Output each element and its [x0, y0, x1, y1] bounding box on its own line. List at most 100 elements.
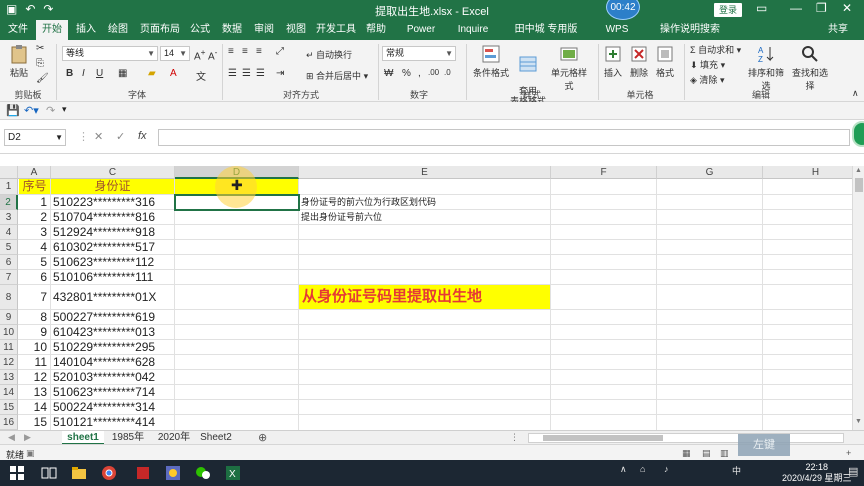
sheet-tab-sheet1[interactable]: sheet1: [62, 431, 104, 445]
copy-icon[interactable]: ⎘: [36, 58, 44, 69]
tab-help[interactable]: 帮助: [362, 20, 390, 40]
macro-record-icon[interactable]: ▣: [26, 448, 35, 459]
zoom-in-icon[interactable]: +: [846, 448, 851, 458]
collapse-ribbon-icon[interactable]: ∧: [852, 88, 859, 99]
cut-icon[interactable]: ✂: [36, 43, 44, 54]
column-header-c[interactable]: C: [51, 166, 175, 179]
id-cell[interactable]: 512924*********918: [51, 225, 174, 239]
formula-input[interactable]: [158, 129, 850, 146]
seq-cell[interactable]: 9: [19, 325, 50, 339]
tab-draw[interactable]: 绘图: [104, 20, 132, 40]
restore-icon[interactable]: ❐: [816, 1, 827, 15]
row-header[interactable]: 11: [0, 340, 18, 355]
sheet-tab-2020[interactable]: 2020年: [152, 431, 196, 445]
number-format-select[interactable]: 常规 ▼: [382, 46, 456, 61]
font-name-select[interactable]: 等线 ▼: [62, 46, 158, 61]
tab-data[interactable]: 数据: [218, 20, 246, 40]
scroll-thumb[interactable]: [855, 178, 863, 192]
id-cell[interactable]: 510704*********816: [51, 210, 174, 224]
share-button[interactable]: 共享: [818, 20, 858, 40]
seq-cell[interactable]: 1: [19, 195, 50, 209]
row-header[interactable]: 14: [0, 385, 18, 400]
select-all-corner[interactable]: [0, 166, 18, 179]
seq-cell[interactable]: 13: [19, 385, 50, 399]
tab-developer[interactable]: 开发工具: [314, 20, 358, 40]
column-header-g[interactable]: G: [657, 166, 763, 179]
id-cell[interactable]: 510623*********112: [51, 255, 174, 269]
wechat-icon[interactable]: [194, 464, 212, 482]
row-header[interactable]: 8: [0, 285, 18, 310]
id-cell[interactable]: 432801*********01X: [51, 285, 174, 309]
redo-icon[interactable]: ↷: [46, 104, 55, 117]
tell-me-search[interactable]: 操作说明搜索: [650, 20, 730, 40]
align-center-icon[interactable]: ☰: [242, 68, 251, 79]
file-explorer-icon[interactable]: [70, 464, 88, 482]
decrease-font-icon[interactable]: A-: [208, 47, 217, 62]
decrease-decimal-icon[interactable]: .0: [444, 68, 451, 77]
fill-color-icon[interactable]: ▰: [148, 68, 156, 79]
seq-cell[interactable]: 5: [19, 255, 50, 269]
tray-expand-icon[interactable]: ∧: [620, 464, 627, 475]
row-header[interactable]: 12: [0, 355, 18, 370]
seq-cell[interactable]: 14: [19, 400, 50, 414]
column-header-f[interactable]: F: [551, 166, 657, 179]
seq-cell[interactable]: 2: [19, 210, 50, 224]
seq-cell[interactable]: 4: [19, 240, 50, 254]
row-header[interactable]: 9: [0, 310, 18, 325]
login-button[interactable]: 登录: [714, 3, 742, 17]
tab-page-layout[interactable]: 页面布局: [138, 20, 182, 40]
sheet-tab-1985[interactable]: 1985年: [106, 431, 150, 445]
increase-decimal-icon[interactable]: .00: [428, 68, 439, 77]
name-box[interactable]: D2 ▼: [4, 129, 66, 146]
sheet-tab-sheet2[interactable]: Sheet2: [198, 431, 234, 445]
comma-icon[interactable]: ,: [418, 68, 421, 79]
id-cell[interactable]: 510229*********295: [51, 340, 174, 354]
row-header[interactable]: 1: [0, 179, 18, 195]
title-banner[interactable]: 从身份证号码里提取出生地: [299, 285, 550, 309]
minimize-icon[interactable]: —: [790, 1, 802, 15]
currency-icon[interactable]: ₩: [384, 68, 393, 79]
seq-cell[interactable]: 6: [19, 270, 50, 284]
column-header-h[interactable]: H: [763, 166, 852, 179]
id-cell[interactable]: 500227*********619: [51, 310, 174, 324]
scroll-thumb[interactable]: [543, 435, 663, 441]
notification-icon[interactable]: ▤: [848, 465, 858, 478]
wrap-text-button[interactable]: ↵ 自动换行: [306, 48, 352, 61]
merge-center-button[interactable]: ⊞ 合并后居中 ▾: [306, 69, 368, 82]
id-cell[interactable]: 610423*********013: [51, 325, 174, 339]
excel-taskbar-icon[interactable]: X: [224, 464, 242, 482]
autosum-button[interactable]: Σ 自动求和 ▾: [690, 43, 741, 56]
format-cells-button[interactable]: 格式: [654, 44, 676, 79]
font-color-icon[interactable]: A: [170, 68, 177, 79]
task-view-icon[interactable]: [40, 464, 58, 482]
tab-review[interactable]: 审阅: [250, 20, 278, 40]
vertical-scrollbar[interactable]: ▲ ▼: [852, 166, 864, 430]
page-layout-view-icon[interactable]: ▤: [702, 448, 711, 459]
clear-button[interactable]: ◈ 清除 ▾: [690, 73, 724, 86]
align-top-icon[interactable]: ≡: [228, 46, 234, 57]
save-icon[interactable]: 💾: [6, 104, 20, 117]
recorder-app-icon[interactable]: [134, 464, 152, 482]
tab-formulas[interactable]: 公式: [186, 20, 214, 40]
format-painter-icon[interactable]: 🖌: [36, 73, 49, 84]
id-cell[interactable]: 140104*********628: [51, 355, 174, 369]
assistant-badge-icon[interactable]: [852, 121, 864, 147]
close-icon[interactable]: ✕: [842, 1, 852, 15]
volume-icon[interactable]: ♪: [664, 464, 669, 474]
seq-cell[interactable]: 12: [19, 370, 50, 384]
seq-cell[interactable]: 11: [19, 355, 50, 369]
id-cell[interactable]: 610302*********517: [51, 240, 174, 254]
network-icon[interactable]: ⌂: [640, 464, 645, 474]
tab-view[interactable]: 视图: [282, 20, 310, 40]
note-e3[interactable]: 提出身份证号前六位: [299, 210, 549, 224]
seq-cell[interactable]: 10: [19, 340, 50, 354]
increase-font-icon[interactable]: A+: [194, 47, 206, 62]
tab-insert[interactable]: 插入: [72, 20, 100, 40]
seq-cell[interactable]: 7: [19, 285, 50, 309]
tab-power-pivot[interactable]: Power Pivot: [396, 20, 446, 55]
align-middle-icon[interactable]: ≡: [242, 46, 248, 57]
prev-sheet-icon[interactable]: ◀: [8, 432, 15, 443]
row-header[interactable]: 15: [0, 400, 18, 415]
id-cell[interactable]: 510106*********111: [51, 270, 174, 284]
column-header-e[interactable]: E: [299, 166, 551, 179]
